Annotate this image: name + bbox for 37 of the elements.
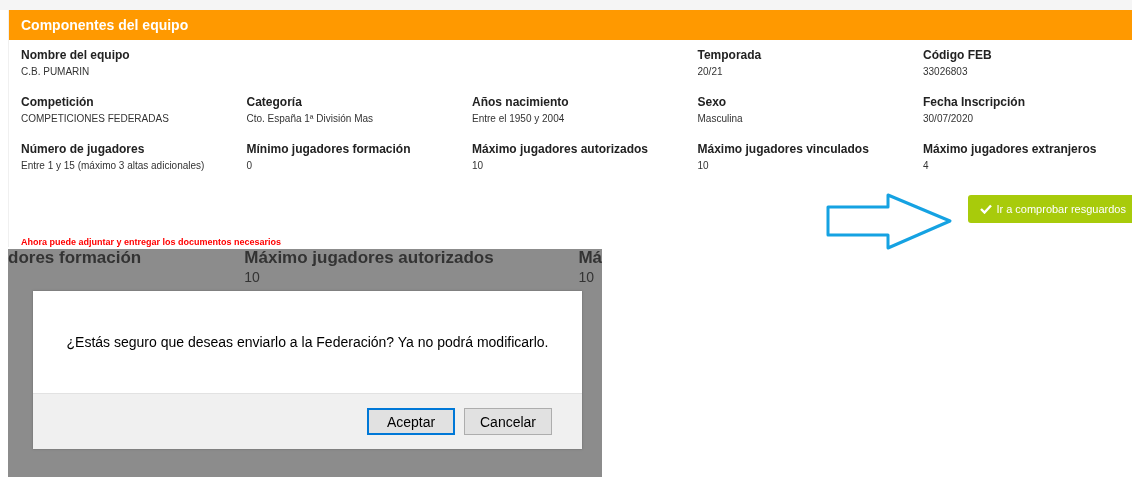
- field-value: 20/21: [697, 66, 723, 77]
- field-value: C.B. PUMARIN: [21, 66, 90, 77]
- field-value: 30/07/2020: [923, 113, 974, 124]
- field-label: Código FEB: [923, 48, 992, 62]
- field-label: Mínimo jugadores formación: [246, 142, 411, 156]
- field-value: Masculina: [697, 113, 743, 124]
- field-value: 4: [923, 160, 929, 171]
- dialog-message: ¿Estás seguro que deseas enviarlo a la Federación? Ya no podrá modificarlo.: [65, 333, 550, 352]
- blurred-value: 10: [578, 269, 594, 285]
- field-label: Fecha Inscripción: [923, 95, 1026, 109]
- field-label: Competición: [21, 95, 94, 109]
- field-label: Máximo jugadores vinculados: [697, 142, 869, 156]
- blurred-value: 10: [244, 269, 260, 285]
- field-label: Años nacimiento: [472, 95, 569, 109]
- field-label: Categoría: [246, 95, 302, 109]
- blurred-label: Máximo jugadores autorizados: [244, 249, 494, 267]
- field-value: 0: [246, 160, 253, 171]
- field-label: Máximo jugadores autorizados: [472, 142, 649, 156]
- field-value: Cto. España 1ª División Mas: [246, 113, 374, 124]
- checkmark-icon: [980, 204, 993, 214]
- panel-title: Componentes del equipo: [21, 17, 189, 33]
- field-label: Máximo jugadores extranjeros: [923, 142, 1097, 156]
- blurred-label: Má: [578, 249, 602, 267]
- field-value: 10: [697, 160, 709, 171]
- field-label: Temporada: [697, 48, 762, 62]
- field-label: Número de jugadores: [21, 142, 145, 156]
- field-value: 33026803: [923, 66, 968, 77]
- dialog-button[interactable]: Cancelar: [464, 408, 552, 435]
- field-label: Nombre del equipo: [21, 48, 130, 62]
- field-label: Sexo: [697, 95, 727, 109]
- field-value: 10: [472, 160, 484, 171]
- blurred-label: dores formación: [8, 249, 142, 267]
- field-value: Entre el 1950 y 2004: [472, 113, 565, 124]
- field-value: Entre 1 y 15 (máximo 3 altas adicionales): [21, 160, 205, 171]
- field-value: COMPETICIONES FEDERADAS: [21, 113, 169, 124]
- dialog-button[interactable]: Aceptar: [367, 408, 455, 435]
- notice-text: Ahora puede adjuntar y entregar los documentos necesarios: [21, 237, 282, 247]
